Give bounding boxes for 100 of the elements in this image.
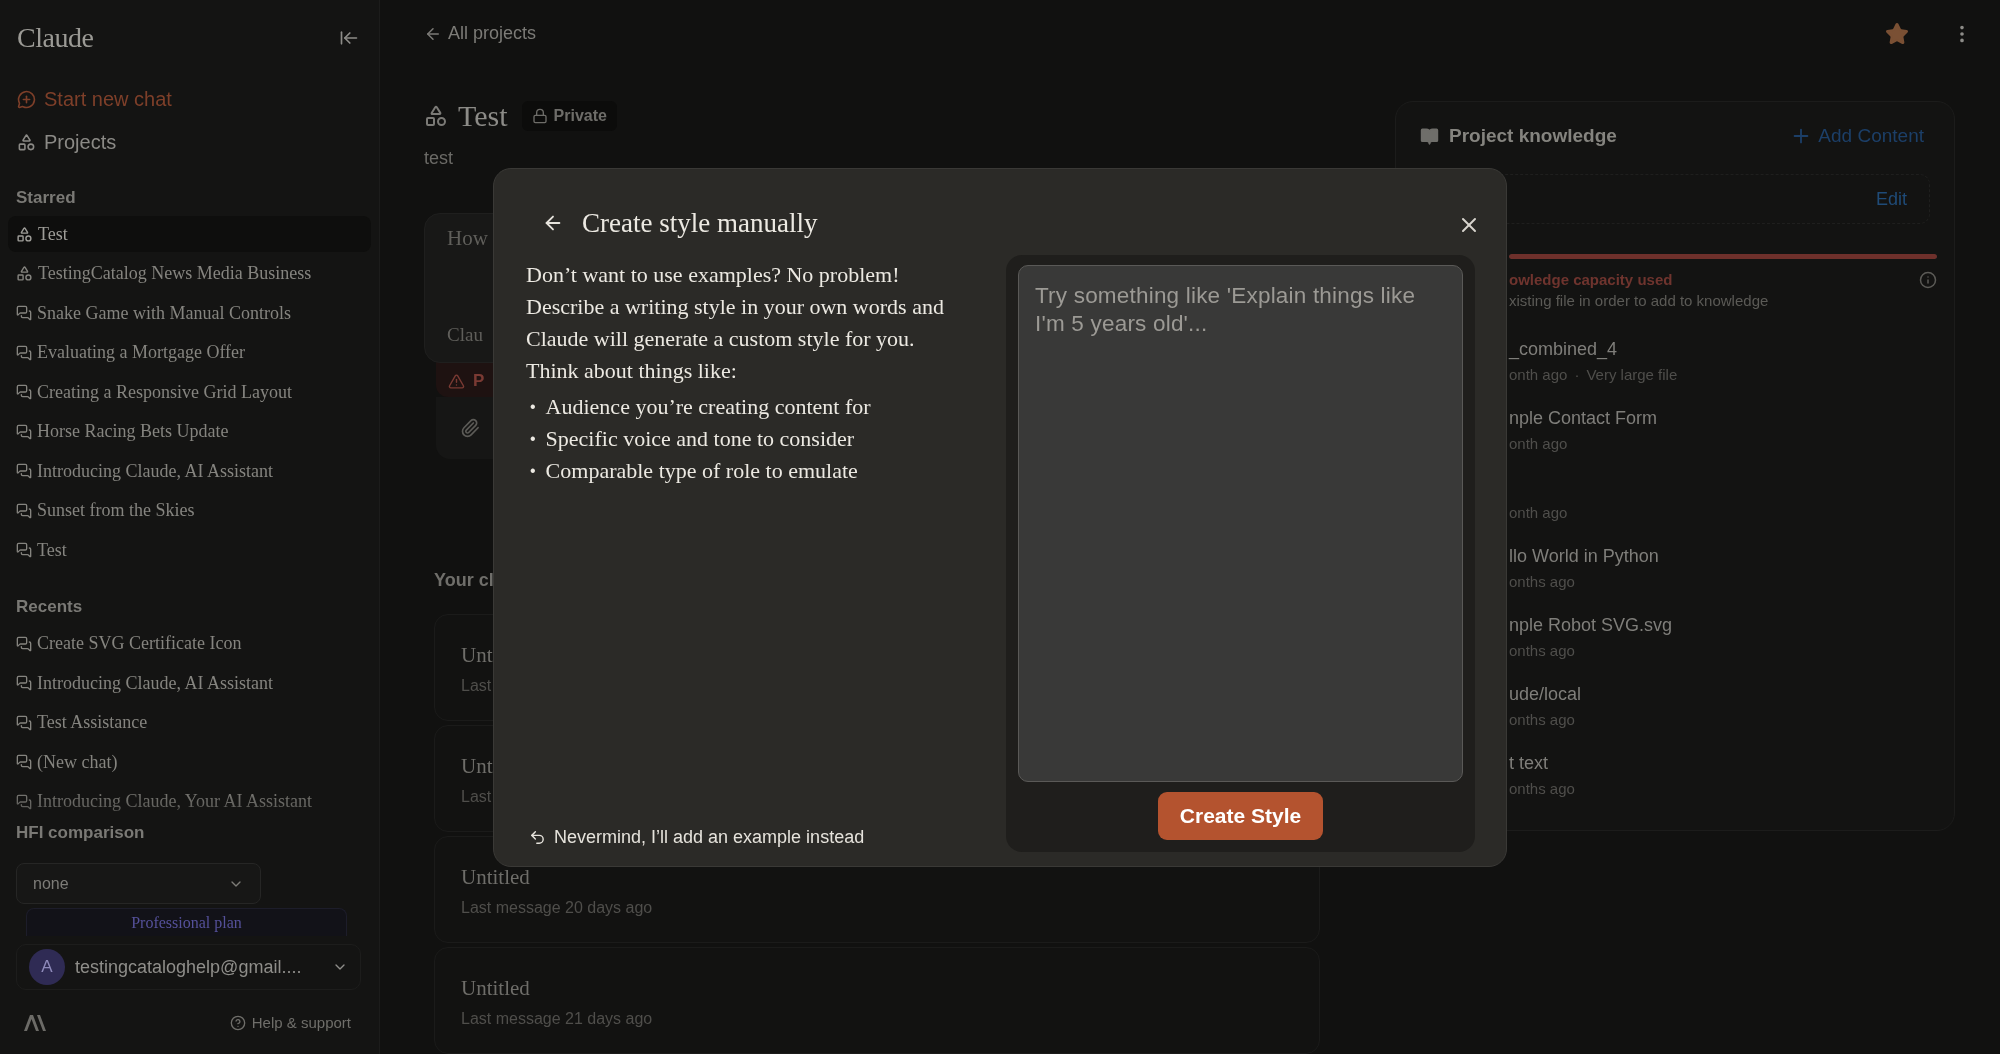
chat-icon <box>16 675 32 691</box>
account-button[interactable]: A testingcataloghelp@gmail.... <box>16 944 361 990</box>
chat-icon <box>16 714 32 731</box>
chat-title: Untitled <box>461 865 530 890</box>
item-label: Create SVG Certificate Icon <box>37 633 242 654</box>
sidebar-item[interactable]: (New chat) <box>8 744 371 780</box>
chat-icon <box>16 542 32 558</box>
chat-icon <box>16 423 32 440</box>
sidebar-item[interactable]: Evaluating a Mortgage Offer <box>8 334 371 371</box>
tip-item: Comparable type of role to emulate <box>545 457 858 485</box>
intro-text: Don’t want to use examples? No problem! <box>526 261 901 289</box>
style-input[interactable]: Try something like 'Explain things like I'm 5 years old'... <box>1018 265 1463 782</box>
item-label: Test <box>38 223 68 245</box>
item-label: Introducing Claude, AI Assistant <box>37 460 273 482</box>
lock-icon <box>531 108 548 124</box>
file-date: onths ago <box>1509 780 1575 797</box>
file-name: ude/local <box>1509 684 1582 706</box>
chat-icon <box>16 384 32 400</box>
book-icon <box>1420 126 1439 146</box>
file-date: onths ago <box>1509 642 1575 659</box>
attach-icon[interactable] <box>460 418 480 438</box>
section-heading: Starred <box>16 188 76 208</box>
panel-title: Project knowledge <box>1449 125 1617 147</box>
chat-meta: Last message 20 days ago <box>461 899 653 917</box>
tip-item: Audience you’re creating content for <box>545 393 871 421</box>
logo-icon <box>24 1014 46 1031</box>
chat-icon <box>16 635 32 652</box>
item-label: (New chat) <box>37 751 118 773</box>
dialog-title: Create style manually <box>582 207 818 239</box>
input-placeholder: How <box>447 226 488 251</box>
file-date: onths ago <box>1509 711 1575 728</box>
sidebar-item[interactable]: Test <box>8 532 371 568</box>
file-name: _combined_4 <box>1509 339 1618 361</box>
file-date: onths ago <box>1509 573 1575 590</box>
chat-title: Untitled <box>461 976 530 1001</box>
separator-dot: · <box>1574 366 1580 383</box>
shapes-icon <box>16 265 33 282</box>
back-link[interactable]: All projects <box>424 23 537 44</box>
chat-title: Unt <box>461 754 493 779</box>
file-name: nple Robot SVG.svg <box>1509 615 1673 637</box>
item-label: Snake Game with Manual Controls <box>37 302 291 324</box>
chat-card[interactable]: Untitled Last message 21 days ago <box>434 947 1320 1054</box>
project-description: test <box>424 148 453 170</box>
sidebar-item[interactable]: Creating a Responsive Grid Layout <box>8 374 371 410</box>
chat-icon <box>16 463 32 479</box>
warning-text: P <box>473 371 485 391</box>
bullet-mark: • <box>530 398 536 416</box>
item-label: Test <box>37 539 67 561</box>
sidebar-item[interactable]: Introducing Claude, AI Assistant <box>8 665 371 701</box>
help-icon <box>229 1014 246 1031</box>
item-label: Introducing Claude, Your AI Assistant <box>37 791 312 812</box>
capacity-hint: xisting file in order to add to knowledge <box>1509 292 1769 309</box>
account-email: testingcataloghelp@gmail.... <box>75 956 303 978</box>
section-heading: Your cl <box>434 570 494 591</box>
sidebar-item[interactable]: Horse Racing Bets Update <box>8 413 371 450</box>
intro-text: Think about things like: <box>526 357 738 385</box>
chat-icon <box>16 754 32 770</box>
bullet-mark: • <box>530 462 536 480</box>
item-label: Creating a Responsive Grid Layout <box>37 381 292 403</box>
project-title: Test <box>458 99 508 133</box>
chat-icon <box>16 793 32 810</box>
sidebar-item[interactable]: Create SVG Certificate Icon <box>8 625 371 662</box>
sidebar-item[interactable]: Snake Game with Manual Controls <box>8 295 371 331</box>
create-style-button[interactable]: Create Style <box>1157 792 1324 840</box>
sidebar-item[interactable]: TestingCatalog News Media Business <box>8 255 371 292</box>
shapes-icon <box>16 225 33 243</box>
shapes-icon <box>424 104 448 128</box>
item-label: Horse Racing Bets Update <box>37 421 229 442</box>
privacy-badge: Private <box>521 101 617 131</box>
comparison-select[interactable]: none <box>16 863 261 904</box>
app-logo: Claude <box>17 22 94 54</box>
sidebar-item[interactable]: Test <box>8 216 371 252</box>
sidebar-item[interactable]: Introducing Claude, AI Assistant <box>8 453 371 489</box>
bullet-mark: • <box>530 430 536 448</box>
chat-title: Unt <box>461 643 493 668</box>
sidebar-item[interactable]: Sunset from the Skies <box>8 492 371 529</box>
sidebar-item[interactable]: Test Assistance <box>8 704 371 741</box>
file-name: llo World in Python <box>1509 546 1659 568</box>
chat-meta: Last <box>461 677 492 695</box>
chat-icon <box>16 502 32 519</box>
warning-icon <box>448 372 465 390</box>
model-label: Clau <box>447 324 483 346</box>
file-name: nple Contact Form <box>1509 408 1658 430</box>
section-heading: HFI comparison <box>16 823 145 843</box>
chat-meta: Last message 21 days ago <box>461 1010 653 1028</box>
file-note: Very large file <box>1586 366 1678 383</box>
undo-icon <box>529 829 546 846</box>
sidebar-item[interactable]: Introducing Claude, Your AI Assistant <box>8 783 371 820</box>
avatar: A <box>29 949 65 985</box>
item-label: Test Assistance <box>37 712 148 733</box>
info-icon[interactable] <box>1919 271 1937 289</box>
projects-link[interactable]: Projects <box>16 124 118 160</box>
item-label: Sunset from the Skies <box>37 500 195 521</box>
tip-item: Specific voice and tone to consider <box>545 425 855 453</box>
item-label: TestingCatalog News Media Business <box>38 263 312 284</box>
item-label: Introducing Claude, AI Assistant <box>37 672 273 694</box>
shapes-icon <box>17 132 36 152</box>
help-link[interactable]: Help & support <box>223 1013 357 1032</box>
capacity-label: owledge capacity used <box>1509 271 1673 288</box>
item-label: Evaluating a Mortgage Offer <box>37 342 246 363</box>
